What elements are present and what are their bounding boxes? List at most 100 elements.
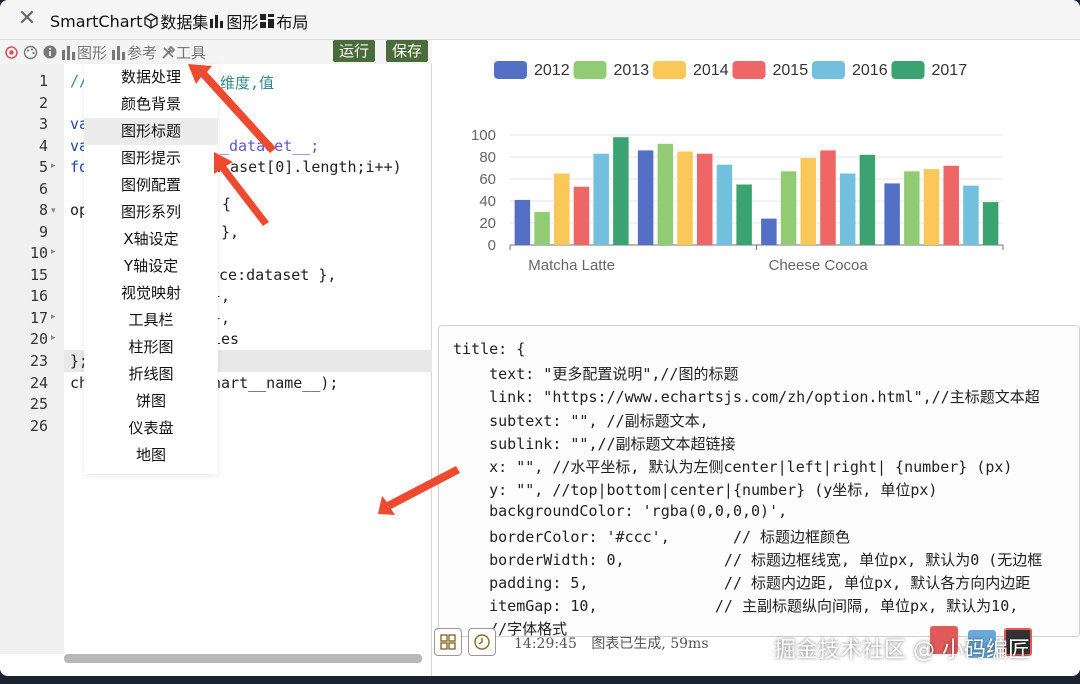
menu-item[interactable]: 图形提示 <box>84 145 218 172</box>
bar <box>839 173 856 245</box>
bar <box>943 165 959 245</box>
bar <box>657 143 674 245</box>
legend-swatch <box>653 61 686 79</box>
fold-arrow-icon[interactable]: ▸ <box>51 161 56 171</box>
legend-label: 2014 <box>693 62 729 79</box>
menu-item[interactable]: 折线图 <box>84 361 218 388</box>
info-icon[interactable] <box>43 45 57 59</box>
bar <box>534 212 550 245</box>
bar <box>554 173 570 245</box>
bar <box>884 183 900 245</box>
menu-item[interactable]: 图例配置 <box>84 172 218 199</box>
toolbar-chart[interactable]: 图形 <box>61 42 107 63</box>
y-tick-label: 40 <box>479 193 496 210</box>
config-line: subtext: "", //副标题文本, <box>453 411 709 430</box>
line-number: 9 <box>38 223 48 241</box>
fold-arrow-icon[interactable]: ▾ <box>51 206 56 216</box>
line-number: 24 <box>29 374 48 392</box>
line-gutter: 1 2 3 4 5 ▸ 6 8 9 ▾ 10 ▸ 15 16 17 ▸ 20 ▸… <box>0 64 64 654</box>
config-line: sublink: "",//副标题文本超链接 <box>453 434 736 453</box>
line-number: 17 <box>29 309 48 327</box>
line-number: 20 <box>29 330 48 348</box>
line-number: 2 <box>38 94 48 112</box>
tab-layout[interactable]: 布局 <box>258 9 308 33</box>
config-line: y: "", //top|bottom|center|{number} (y坐标… <box>453 481 938 500</box>
menu-item[interactable]: 颜色背景 <box>84 91 218 118</box>
title-bar: ✕ SmartChart 数据集 图形 布局 <box>0 0 1080 40</box>
line-number: 3 <box>38 115 48 133</box>
config-line: link: "https://www.echartsjs.com/zh/opti… <box>453 388 1040 407</box>
bar <box>859 154 876 245</box>
legend-swatch <box>573 61 607 79</box>
menu-item[interactable]: 工具栏 <box>84 307 218 334</box>
clock-icon <box>474 634 490 650</box>
code-fragment: hart__name__); <box>212 374 339 392</box>
layout-icon <box>260 14 275 28</box>
bar <box>820 150 836 245</box>
menu-item[interactable]: 柱形图 <box>84 334 218 361</box>
history-button[interactable] <box>468 628 496 656</box>
menu-item[interactable]: 视觉映射 <box>84 280 218 307</box>
bar <box>637 150 654 245</box>
tab-chart[interactable]: 图形 <box>208 9 258 33</box>
legend-label: 2013 <box>614 62 650 79</box>
code-fragment: { <box>222 195 232 213</box>
bar <box>593 153 609 245</box>
target-icon[interactable] <box>5 45 18 59</box>
menu-item[interactable]: 仪表盘 <box>84 415 218 442</box>
legend-swatch <box>494 61 527 79</box>
bar <box>696 153 713 245</box>
save-button[interactable]: 保存 <box>386 40 429 62</box>
tab-dataset[interactable]: 数据集 <box>142 9 208 33</box>
line-number: 15 <box>29 266 48 284</box>
menu-item[interactable]: 饼图 <box>84 388 218 415</box>
bar-chart-icon <box>62 45 75 60</box>
tab-smartchart[interactable]: SmartChart <box>50 12 142 31</box>
tools-icon <box>162 45 176 59</box>
horizontal-scrollbar[interactable] <box>64 654 422 663</box>
legend-swatch <box>732 61 766 79</box>
config-line: backgroundColor: 'rgba(0,0,0,0)', <box>453 502 788 521</box>
grid-view-button[interactable] <box>434 628 462 656</box>
bar <box>613 137 629 245</box>
y-tick-label: 0 <box>488 237 496 254</box>
status-time: 14:29:45 <box>514 636 577 652</box>
config-line: padding: 5, // 标题内边距, 单位px, 默认各方向内边距 <box>453 574 1031 592</box>
editor-panel: 图形 参考 工具 运行 保存 1 2 3 4 5 ▸ 6 8 9 ▾ 10 ▸ … <box>0 40 432 676</box>
config-line: borderWidth: 0, // 标题边框线宽, 单位px, 默认为0 (无… <box>453 550 1043 569</box>
line-number: 1 <box>38 72 48 90</box>
bar <box>677 151 693 245</box>
fold-arrow-icon[interactable]: ▸ <box>51 312 56 322</box>
legend-label: 2017 <box>932 62 968 79</box>
bar <box>736 184 752 245</box>
bar <box>963 185 979 245</box>
config-reference-panel[interactable]: title: { text: "更多配置说明",//图的标题 link: "ht… <box>438 325 1080 637</box>
line-number: 16 <box>29 287 48 305</box>
bar <box>716 164 733 245</box>
toolbar-tools[interactable]: 工具 <box>161 42 206 63</box>
code-fragment: ataset[0].length;i++) <box>212 158 402 176</box>
run-button[interactable]: 运行 <box>333 40 376 62</box>
fold-arrow-icon[interactable]: ▸ <box>51 247 56 257</box>
config-line: itemGap: 10, // 主副标题纵向间隔, 单位px, 默认为10, <box>453 597 1019 616</box>
bar-chart: 2012 2013 2014 2015 2016 2017 0 20 40 60 80 100 Matc… <box>471 61 1004 274</box>
config-line: borderColor: '#ccc', // 标题边框颜色 <box>453 527 851 546</box>
line-number: 6 <box>38 180 48 198</box>
bar <box>514 199 531 245</box>
palette-icon[interactable] <box>23 45 38 60</box>
line-number: 25 <box>29 395 48 413</box>
menu-item[interactable]: 数据处理 <box>84 64 218 91</box>
bar <box>780 171 797 245</box>
bar <box>573 186 590 245</box>
legend-label: 2012 <box>534 62 570 79</box>
menu-item[interactable]: 地图 <box>84 442 218 469</box>
menu-item[interactable]: 图形系列 <box>84 199 218 226</box>
legend-label: 2016 <box>852 62 888 79</box>
menu-item[interactable]: Y轴设定 <box>84 253 218 280</box>
fold-arrow-icon[interactable]: ▸ <box>51 333 56 343</box>
close-icon[interactable]: ✕ <box>14 6 40 32</box>
x-tick-label: Matcha Latte <box>528 257 615 274</box>
toolbar-reference[interactable]: 参考 <box>111 42 157 63</box>
menu-item-highlighted[interactable]: 图形标题 <box>84 118 218 145</box>
menu-item[interactable]: X轴设定 <box>84 226 218 253</box>
